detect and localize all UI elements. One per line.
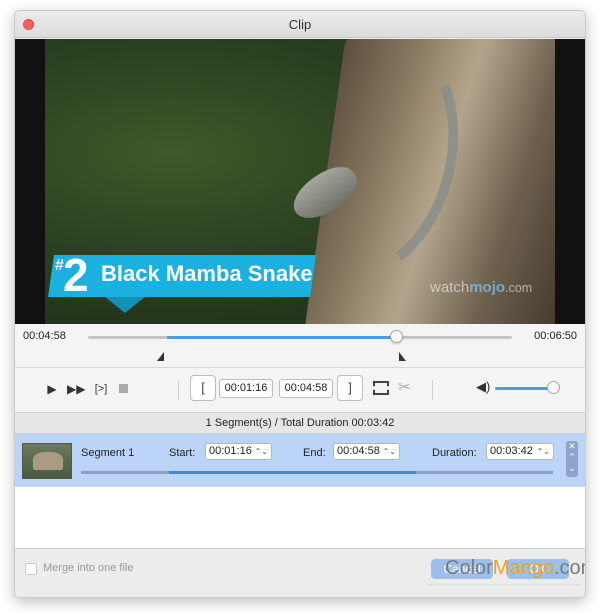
merge-checkbox[interactable] [25,563,37,575]
film-clip-icon[interactable] [373,381,389,395]
video-watermark: watchmojo.com [430,279,533,296]
divider [432,380,433,400]
start-marker-icon[interactable] [157,352,164,361]
play-icon[interactable]: ▶ [45,380,59,398]
segment-end-value: 00:04:58 [337,445,380,457]
fast-forward-icon[interactable]: ▶▶ [67,380,85,398]
segment-list: Segment 1 Start: 00:01:16 ⌃⌄ End: 00:04:5… [15,434,585,548]
end-marker-icon[interactable] [399,352,406,361]
end-time-field[interactable]: 00:04:58 [279,379,333,398]
banner-text: Black Mamba Snake [101,261,313,286]
set-start-button[interactable]: [ [190,375,216,401]
set-end-button[interactable]: ] [337,375,363,401]
total-time: 00:06:50 [534,330,577,342]
start-label: Start: [169,447,196,459]
scissors-icon[interactable]: ✂ [398,378,411,396]
stop-icon[interactable] [119,384,128,393]
timeline: 00:04:58 00:06:50 [15,324,585,368]
segment-thumbnail [22,443,72,479]
step-play-icon[interactable]: [>] [91,380,111,398]
segment-duration-stepper[interactable]: 00:03:42 ⌃⌄ [486,443,554,460]
segment-range-fill [169,471,416,474]
segment-end-stepper[interactable]: 00:04:58 ⌃⌄ [333,443,400,460]
timeline-selected-range [166,336,397,339]
volume-thumb[interactable] [547,381,560,394]
clip-window: Clip # 2 Black Mamba Snake watchmojo.com… [14,10,586,598]
volume-icon[interactable]: ◀) [476,379,490,395]
stepper-icon[interactable]: ⌃⌄ [537,444,550,459]
video-preview[interactable]: # 2 Black Mamba Snake watchmojo.com [15,39,585,324]
current-time: 00:04:58 [23,330,66,342]
title-bar: Clip [15,11,585,38]
start-time-field[interactable]: 00:01:16 [219,379,273,398]
video-frame: # 2 Black Mamba Snake watchmojo.com [45,39,555,324]
segment-start-value: 00:01:16 [209,445,252,457]
banner-tail [105,297,145,313]
watermark-underline [427,584,581,585]
end-label: End: [303,447,326,459]
banner-number: 2 [63,249,89,301]
colormango-watermark: ColorMango.com [445,557,585,579]
segment-duration-value: 00:03:42 [490,445,533,457]
footer: Merge into one file Cancel OK ColorMango… [15,548,585,597]
duration-label: Duration: [432,447,477,459]
merge-label: Merge into one file [43,562,134,574]
segment-start-stepper[interactable]: 00:01:16 ⌃⌄ [205,443,272,460]
timeline-track[interactable] [88,330,512,343]
segment-range-bar [81,471,553,474]
timeline-playhead[interactable] [390,330,404,343]
volume-slider[interactable] [495,387,555,390]
divider [178,380,179,400]
stepper-icon[interactable]: ⌃⌄ [255,444,268,459]
window-title: Clip [288,17,312,32]
segment-row[interactable]: Segment 1 Start: 00:01:16 ⌃⌄ End: 00:04:5… [15,434,585,487]
segment-name: Segment 1 [81,447,135,459]
segments-summary: 1 Segment(s) / Total Duration 00:03:42 [15,412,585,434]
playback-controls: ▶ ▶▶ [>] [ 00:01:16 00:04:58 ] ✂ ◀) [15,368,585,412]
stepper-icon[interactable]: ⌃⌄ [383,444,396,459]
segment-remove-icon[interactable]: ✕ ⌃ ⌄ [566,441,578,477]
